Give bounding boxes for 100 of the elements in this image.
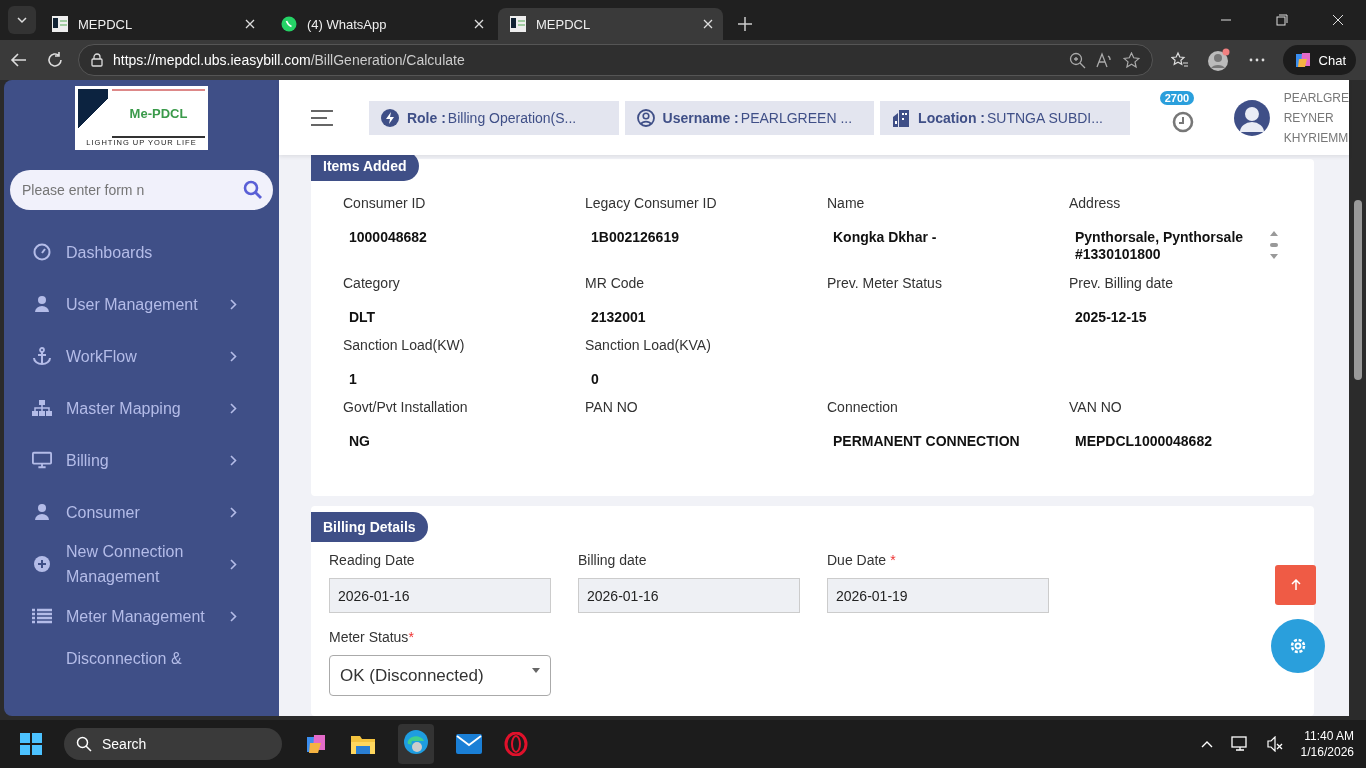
- user-name-text: KHYRIEMM: [1283, 129, 1349, 147]
- scrollbar-thumb[interactable]: [1353, 200, 1362, 380]
- favorites-icon[interactable]: [1170, 51, 1189, 69]
- profile-avatar-icon[interactable]: [1206, 48, 1231, 72]
- field-label: Name: [827, 195, 866, 211]
- sidebar-menu-item[interactable]: Disconnection &: [4, 642, 279, 671]
- field-label: Sanction Load(KVA): [585, 337, 712, 353]
- windows-start-icon[interactable]: [20, 733, 42, 755]
- speaker-muted-icon[interactable]: [1266, 736, 1283, 752]
- field-value: DLT: [348, 309, 377, 325]
- back-arrow-icon[interactable]: [10, 51, 28, 69]
- avatar-silhouette-icon[interactable]: [1233, 99, 1270, 136]
- zoom-icon[interactable]: [1068, 51, 1086, 69]
- field-label: Govt/Pvt Installation: [343, 399, 469, 415]
- field-value: 1B002126619: [590, 229, 680, 245]
- field-value: 2025-12-15: [1074, 309, 1148, 325]
- sidebar-menu-item[interactable]: Dashboards: [4, 226, 279, 278]
- user-icon: [34, 295, 50, 313]
- restore-icon[interactable]: [1276, 14, 1288, 26]
- field-value: 0: [590, 371, 600, 387]
- site-favicon-icon: [510, 16, 526, 32]
- field-label: Legacy Consumer ID: [585, 195, 718, 211]
- notification-count-badge: 2700: [1159, 90, 1195, 105]
- meter-status-dropdown[interactable]: OK (Disconnected): [329, 655, 551, 696]
- arrow-up-icon: [1290, 579, 1301, 591]
- field-value: PERMANENT CONNECTION: [832, 433, 1021, 449]
- star-icon[interactable]: [1122, 51, 1140, 69]
- sidebar-menu-item[interactable]: WorkFlow: [4, 330, 279, 382]
- field-value: 2132001: [590, 309, 647, 325]
- whatsapp-icon: [281, 16, 297, 32]
- menu-icon[interactable]: [311, 109, 333, 126]
- read-aloud-icon[interactable]: [1095, 51, 1113, 69]
- monitor-icon: [32, 451, 52, 469]
- scroll-arrows-icon[interactable]: [1269, 229, 1279, 261]
- gauge-icon: [33, 243, 51, 261]
- site-favicon-icon: [52, 16, 68, 32]
- building-icon: [892, 108, 911, 127]
- edge-browser-icon[interactable]: [403, 729, 429, 755]
- clock-date: 1/16/2026: [1300, 744, 1354, 760]
- chevron-up-icon[interactable]: [1200, 740, 1213, 748]
- anchor-icon: [32, 347, 52, 365]
- field-label: Meter Status: [329, 629, 409, 645]
- opera-icon[interactable]: [504, 732, 528, 756]
- date-input[interactable]: 2026-01-16: [578, 578, 800, 613]
- lock-icon: [91, 53, 103, 67]
- field-value: NG: [348, 433, 371, 449]
- field-label: MR Code: [585, 275, 646, 291]
- sidebar-menu-item[interactable]: Consumer: [4, 486, 279, 538]
- field-label: PAN NO: [585, 399, 639, 415]
- tab-list-button[interactable]: [8, 6, 36, 34]
- field-value: 1: [348, 371, 358, 387]
- field-value: 1000048682: [348, 229, 428, 245]
- new-tab-icon[interactable]: [737, 16, 753, 32]
- date-input[interactable]: 2026-01-16: [329, 578, 551, 613]
- field-label: Prev. Meter Status: [827, 275, 943, 291]
- list-icon: [32, 608, 52, 624]
- more-icon[interactable]: [1248, 58, 1265, 62]
- dropdown-caret-icon: [532, 668, 540, 674]
- sidebar-menu-item[interactable]: Master Mapping: [4, 382, 279, 434]
- sidebar-menu-item[interactable]: New Connection Management: [4, 538, 279, 590]
- plus-circle-icon: [33, 555, 51, 573]
- folder-icon[interactable]: [350, 733, 376, 755]
- close-icon[interactable]: [245, 19, 255, 29]
- browser-tab[interactable]: MEPDCL: [40, 8, 265, 40]
- field-label: Reading Date: [329, 552, 415, 568]
- required-asterisk: *: [890, 552, 896, 568]
- mail-icon[interactable]: [456, 734, 482, 754]
- browser-tab[interactable]: MEPDCL: [498, 8, 723, 40]
- field-value: Kongka Dkhar -: [832, 229, 938, 245]
- info-chip: Role :Billing Operation(S...: [368, 100, 619, 135]
- close-icon[interactable]: [703, 19, 713, 29]
- address-bar[interactable]: https://mepdcl.ubs.ieasybill.com/BillGeneration/Calculate: [78, 44, 1153, 76]
- close-icon[interactable]: [474, 19, 484, 29]
- field-label: Address: [1069, 195, 1122, 211]
- date-input[interactable]: 2026-01-19: [827, 578, 1049, 613]
- user-name-text: PEARLGRE: [1283, 89, 1349, 107]
- search-icon[interactable]: [243, 180, 263, 200]
- sidebar-menu-item[interactable]: Billing: [4, 434, 279, 486]
- field-label: Prev. Billing date: [1069, 275, 1174, 291]
- browser-tab[interactable]: (4) WhatsApp: [269, 8, 494, 40]
- field-label: Due Date: [827, 552, 887, 568]
- sidebar-menu-item[interactable]: User Management: [4, 278, 279, 330]
- taskbar-search-box[interactable]: Search: [64, 728, 282, 760]
- section-title: Items Added: [311, 155, 419, 181]
- field-value: Pynthorsale, Pynthorsale #1330101800: [1074, 229, 1245, 263]
- chat-button[interactable]: Chat: [1282, 45, 1356, 75]
- field-label: Connection: [827, 399, 899, 415]
- info-chip: Username :PEARLGREEN ...: [624, 100, 875, 135]
- field-value: MEPDCL1000048682: [1074, 433, 1213, 449]
- clock-icon[interactable]: [1171, 110, 1194, 133]
- field-label: Sanction Load(KW): [343, 337, 466, 353]
- sidebar-menu-item[interactable]: Meter Management: [4, 590, 279, 642]
- form-search-input[interactable]: Please enter form n: [10, 170, 273, 210]
- user-circle-icon: [636, 108, 655, 127]
- network-icon[interactable]: [1230, 736, 1249, 752]
- close-icon[interactable]: [1332, 14, 1344, 26]
- clock-time: 11:40 AM: [1304, 728, 1354, 744]
- refresh-icon[interactable]: [46, 51, 64, 69]
- copilot-icon[interactable]: [304, 732, 328, 756]
- sitemap-icon: [32, 399, 52, 417]
